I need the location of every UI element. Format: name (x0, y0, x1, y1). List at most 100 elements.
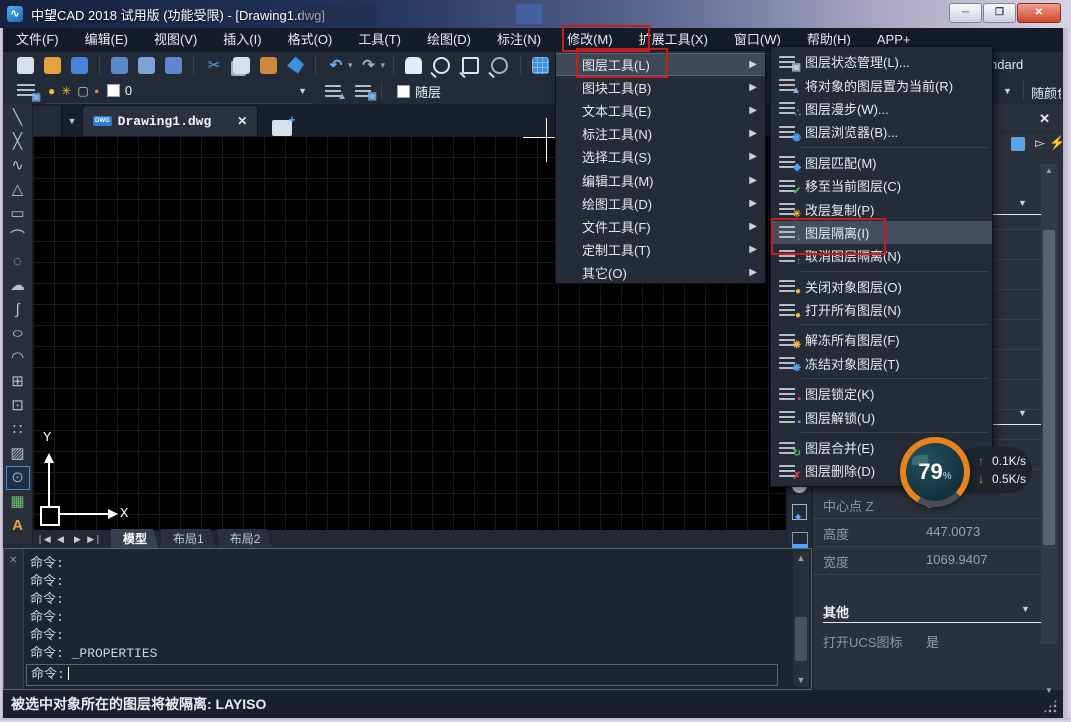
minimize-button[interactable]: ─ (949, 3, 982, 23)
bycolor-combo-fragment[interactable]: 随颜色 (1031, 83, 1061, 102)
menu-item-layer-match[interactable]: ◆图层匹配(M) (771, 151, 992, 174)
menu-item-draw-tools[interactable]: 绘图工具(D)▶ (556, 192, 765, 215)
zoom-window-icon[interactable] (462, 57, 479, 74)
ellipse-icon[interactable]: ○ (6, 322, 30, 346)
tab-layout1[interactable]: 布局1 (161, 529, 216, 549)
color-combo[interactable]: 随层 (392, 82, 441, 101)
scroll-up-icon[interactable]: ▲ (793, 551, 809, 565)
menu-file[interactable]: 文件(F) (3, 28, 72, 52)
command-scrollbar[interactable]: ▲ ▼ (793, 551, 809, 687)
redo-dropdown-caret[interactable]: ▾ (381, 60, 386, 71)
document-tab-close-icon[interactable]: ✕ (237, 114, 247, 128)
save-icon[interactable] (71, 57, 88, 74)
menu-item-layer-browser[interactable]: ◉图层浏览器(B)... (771, 120, 992, 143)
undo-icon[interactable]: ↶ (325, 56, 347, 74)
open-file-icon[interactable] (44, 57, 61, 74)
set-layer-current-icon[interactable]: ▲ (325, 85, 341, 97)
panel-scrollbar[interactable]: ▲ ▼ (1041, 164, 1057, 644)
command-window[interactable]: ✕ 命令: 命令: 命令: 命令: 命令: 命令: _PROPERTIES 命令… (3, 548, 812, 690)
point-icon[interactable]: ∷ (6, 418, 30, 442)
style-combo-fragment[interactable]: ndard (990, 57, 1023, 72)
cut-icon[interactable]: ✂ (203, 56, 225, 74)
panel-close-icon[interactable]: ✕ (1039, 111, 1050, 127)
property-row[interactable]: 宽度 1069.9407 (813, 546, 1041, 575)
menu-item-layer-on-all[interactable]: ●打开所有图层(N) (771, 298, 992, 321)
menu-item-dimension-tools[interactable]: 标注工具(N)▶ (556, 122, 765, 145)
undo-dropdown-caret[interactable]: ▾ (348, 60, 353, 71)
section-collapse-icon[interactable]: ▼ (1018, 198, 1027, 208)
menu-dimension[interactable]: 标注(N) (484, 28, 554, 52)
mtext-icon[interactable]: A (6, 514, 30, 538)
menu-item-layer-off[interactable]: ●关闭对象图层(O) (771, 275, 992, 298)
layer-combo-dropdown-icon[interactable]: ▼ (298, 86, 313, 96)
plot-preview-icon[interactable] (138, 57, 155, 74)
scrollbar-thumb[interactable] (795, 617, 807, 661)
publish-icon[interactable] (165, 57, 182, 74)
covered-combo-dropdown-icon[interactable]: ▼ (1003, 86, 1012, 96)
circle-icon[interactable]: ◌ (6, 250, 30, 274)
menu-edit[interactable]: 编辑(E) (72, 28, 141, 52)
xline-icon[interactable]: ╳ (6, 130, 30, 154)
menu-item-layer-unlock[interactable]: ▪图层解锁(U) (771, 405, 992, 428)
next-tab-icon[interactable]: ▶ (69, 534, 86, 545)
layer-properties-manager-icon[interactable]: ▣ (17, 84, 35, 98)
prev-tab-icon[interactable]: ◀ (52, 534, 69, 545)
plot-icon[interactable] (111, 57, 128, 74)
menu-item-layer-walk[interactable]: ∴图层漫步(W)... (771, 97, 992, 120)
new-document-tab-button[interactable] (272, 120, 292, 136)
menu-item-modify-tools[interactable]: 编辑工具(M)▶ (556, 168, 765, 191)
menu-item-text-tools[interactable]: 文本工具(E)▶ (556, 99, 765, 122)
command-window-close-icon[interactable]: ✕ (9, 555, 17, 566)
calculator-icon[interactable] (532, 57, 549, 74)
property-row-ucs[interactable]: 打开UCS图标 是 (813, 626, 1041, 654)
layer-combo[interactable]: ● ✳ ▢ ▪ 0 ▼ (45, 79, 313, 104)
pan-icon[interactable] (405, 57, 422, 74)
menu-item-layer-freeze[interactable]: ❋冻结对象图层(T) (771, 352, 992, 375)
tab-model[interactable]: 模型 (111, 529, 159, 549)
layout-viewport-icon[interactable] (792, 532, 808, 548)
section-other-collapse-icon[interactable]: ▼ (1021, 604, 1030, 614)
panel-scrollbar-thumb[interactable] (1043, 230, 1055, 545)
arc-icon[interactable]: ⌒ (6, 226, 30, 250)
doc-tab-list-dropdown-icon[interactable]: ▼ (62, 106, 82, 136)
select-cursor-icon[interactable]: ▻ (1035, 135, 1045, 151)
memory-usage-ring[interactable]: 79 % (900, 437, 970, 507)
menu-draw[interactable]: 绘图(D) (414, 28, 484, 52)
spline-icon[interactable]: ∫ (6, 298, 30, 322)
polyline-icon[interactable]: ∿ (6, 154, 30, 178)
revision-cloud-icon[interactable]: ☁ (6, 274, 30, 298)
last-tab-icon[interactable]: ▶❘ (86, 534, 103, 545)
menu-tools[interactable]: 工具(T) (345, 28, 414, 52)
property-row[interactable]: 高度 447.0073 (813, 518, 1041, 547)
menu-item-set-object-layer-current[interactable]: ▲将对象的图层置为当前(R) (771, 73, 992, 96)
redo-icon[interactable]: ↷ (358, 56, 380, 74)
menu-format[interactable]: 格式(O) (275, 28, 346, 52)
close-button[interactable]: ✕ (1017, 3, 1061, 23)
menu-item-others[interactable]: 其它(O)▶ (556, 261, 765, 284)
panel-scroll-up-icon[interactable]: ▲ (1041, 166, 1057, 175)
menu-insert[interactable]: 插入(I) (210, 28, 274, 52)
line-icon[interactable]: ╲ (6, 106, 30, 130)
first-tab-icon[interactable]: ❘◀ (35, 534, 52, 545)
copy-icon[interactable] (233, 57, 250, 74)
menu-item-custom-tools[interactable]: 定制工具(T)▶ (556, 238, 765, 261)
rectangle-icon[interactable]: ▭ (6, 202, 30, 226)
menu-item-layer-states-manager[interactable]: ▣图层状态管理(L)... (771, 50, 992, 73)
menu-item-selection-tools[interactable]: 选择工具(S)▶ (556, 145, 765, 168)
layer-lock-toggle-icon[interactable]: ▪ (95, 84, 99, 98)
hatch-icon[interactable]: ▨ (6, 442, 30, 466)
block-editor-icon[interactable]: ◆ (792, 504, 807, 520)
command-input[interactable]: 命令: (26, 664, 778, 686)
paste-icon[interactable] (260, 57, 277, 74)
panel-scroll-down-icon[interactable]: ▼ (1041, 686, 1057, 695)
menu-item-file-tools[interactable]: 文件工具(F)▶ (556, 215, 765, 238)
menu-item-layer-thaw-all[interactable]: ❋解冻所有图层(F) (771, 328, 992, 351)
section-collapse-icon-2[interactable]: ▼ (1018, 408, 1027, 418)
quick-select-icon[interactable] (1011, 137, 1025, 151)
region-icon[interactable]: ⊙ (6, 466, 30, 490)
table-icon[interactable]: ▦ (6, 490, 30, 514)
zoom-previous-icon[interactable] (491, 57, 508, 74)
document-tab-active[interactable]: DWG Drawing1.dwg ✕ (82, 105, 258, 136)
resize-grip[interactable] (1043, 699, 1057, 713)
layer-previous-icon[interactable]: ▣ (355, 85, 371, 97)
